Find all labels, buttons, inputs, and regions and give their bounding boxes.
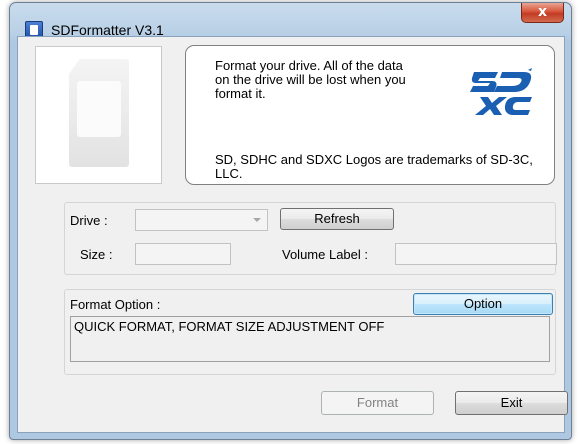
warning-message: Format your drive. All of the data on th… [215, 58, 406, 101]
sdformatter-window: SDFormatter V3.1 x Format your drive. Al… [9, 2, 572, 440]
size-label: Size : [80, 247, 113, 262]
info-box: Format your drive. All of the data on th… [185, 45, 555, 185]
drive-group: Drive : Refresh Size : Volume Label : [64, 202, 557, 275]
sd-card-image-panel [35, 46, 162, 184]
close-button[interactable]: x [521, 3, 564, 23]
volume-label-label: Volume Label : [282, 247, 369, 262]
format-option-label: Format Option : [70, 297, 161, 312]
format-option-group: Format Option : Option QUICK FORMAT, FOR… [64, 289, 556, 375]
trademark-notice: SD, SDHC and SDXC Logos are trademarks o… [215, 152, 533, 181]
title-bar[interactable]: SDFormatter V3.1 x [10, 3, 571, 39]
dialog-client-area: Format your drive. All of the data on th… [17, 36, 568, 433]
format-button[interactable]: Format [321, 391, 434, 415]
size-field [135, 243, 231, 265]
drive-select[interactable] [135, 209, 268, 231]
exit-button[interactable]: Exit [455, 391, 568, 415]
volume-label-field[interactable] [395, 243, 557, 265]
refresh-button[interactable]: Refresh [280, 208, 394, 230]
chevron-down-icon[interactable] [253, 218, 261, 222]
option-button[interactable]: Option [413, 293, 553, 315]
sdxc-logo-icon [470, 68, 532, 115]
format-option-display: QUICK FORMAT, FORMAT SIZE ADJUSTMENT OFF [70, 316, 550, 362]
sd-card-icon [69, 59, 129, 167]
drive-label: Drive : [70, 213, 108, 228]
